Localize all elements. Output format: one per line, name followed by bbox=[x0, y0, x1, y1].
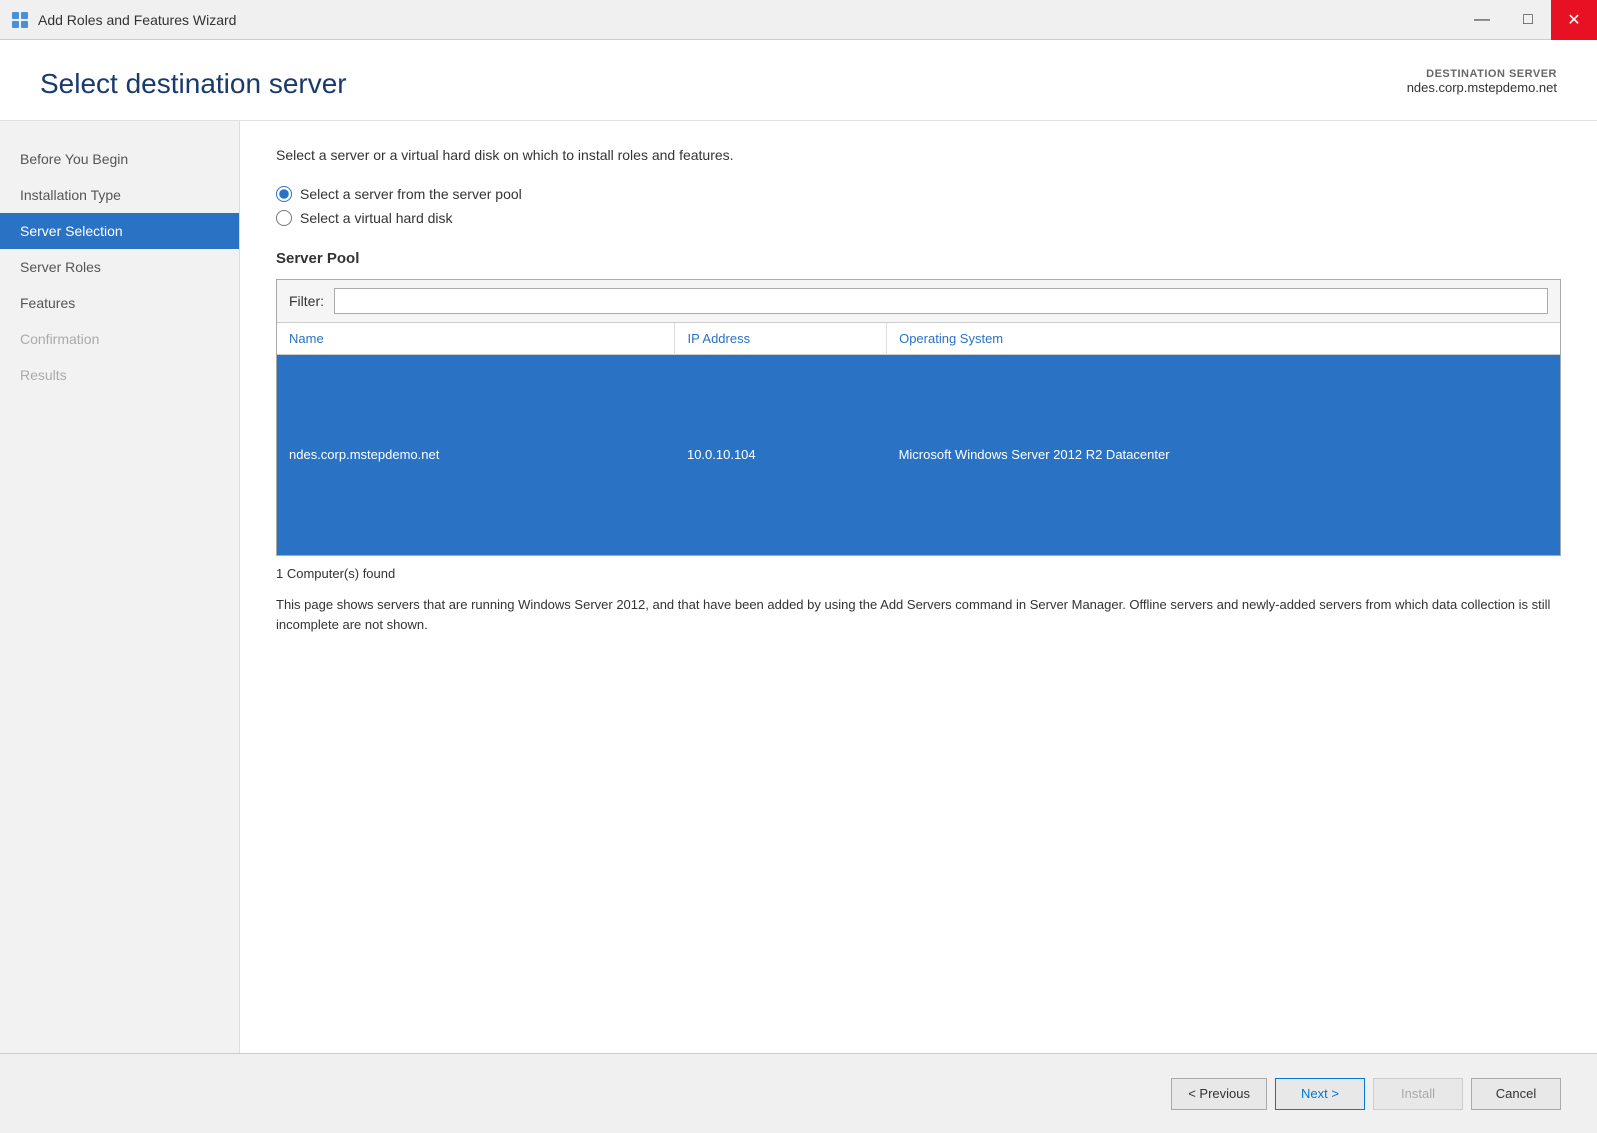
wizard-window: Select destination server DESTINATION SE… bbox=[0, 40, 1597, 1133]
cell-name: ndes.corp.mstepdemo.net bbox=[277, 355, 675, 555]
filter-row: Filter: bbox=[277, 280, 1560, 323]
destination-server-info: DESTINATION SERVER ndes.corp.mstepdemo.n… bbox=[1407, 68, 1557, 95]
window-title: Add Roles and Features Wizard bbox=[38, 12, 236, 28]
wizard-sidebar: Before You BeginInstallation TypeServer … bbox=[0, 121, 240, 1053]
col-os: Operating System bbox=[887, 323, 1560, 355]
radio-vhd-label: Select a virtual hard disk bbox=[300, 210, 453, 226]
sidebar-item-installation-type[interactable]: Installation Type bbox=[0, 177, 239, 213]
server-table-body: ndes.corp.mstepdemo.net 10.0.10.104 Micr… bbox=[277, 355, 1560, 555]
col-ip: IP Address bbox=[675, 323, 887, 355]
install-button[interactable]: Install bbox=[1373, 1078, 1463, 1110]
server-pool-container: Filter: Name IP Address Operating System… bbox=[276, 279, 1561, 556]
wizard-footer: < Previous Next > Install Cancel bbox=[0, 1053, 1597, 1133]
content-description: Select a server or a virtual hard disk o… bbox=[276, 145, 1561, 166]
window-controls: ― □ ✕ bbox=[1459, 0, 1597, 39]
app-icon bbox=[10, 10, 30, 30]
wizard-content: Select a server or a virtual hard disk o… bbox=[240, 121, 1597, 1053]
radio-vhd-input[interactable] bbox=[276, 210, 292, 226]
wizard-body: Before You BeginInstallation TypeServer … bbox=[0, 121, 1597, 1053]
sidebar-item-confirmation: Confirmation bbox=[0, 321, 239, 357]
filter-label: Filter: bbox=[289, 293, 324, 309]
wizard-header: Select destination server DESTINATION SE… bbox=[0, 40, 1597, 121]
radio-group: Select a server from the server pool Sel… bbox=[276, 186, 1561, 226]
page-title: Select destination server bbox=[40, 68, 347, 100]
maximize-button[interactable]: □ bbox=[1505, 0, 1551, 40]
sidebar-item-server-selection[interactable]: Server Selection bbox=[0, 213, 239, 249]
sidebar-item-before-you-begin[interactable]: Before You Begin bbox=[0, 141, 239, 177]
sidebar-item-results: Results bbox=[0, 357, 239, 393]
server-pool-title: Server Pool bbox=[276, 250, 1561, 267]
close-button[interactable]: ✕ bbox=[1551, 0, 1597, 40]
cell-os: Microsoft Windows Server 2012 R2 Datacen… bbox=[887, 355, 1560, 555]
previous-button[interactable]: < Previous bbox=[1171, 1078, 1267, 1110]
computers-found: 1 Computer(s) found bbox=[276, 566, 1561, 581]
table-row[interactable]: ndes.corp.mstepdemo.net 10.0.10.104 Micr… bbox=[277, 355, 1560, 555]
col-name: Name bbox=[277, 323, 675, 355]
radio-server-pool[interactable]: Select a server from the server pool bbox=[276, 186, 1561, 202]
info-text: This page shows servers that are running… bbox=[276, 595, 1561, 637]
table-header: Name IP Address Operating System bbox=[277, 323, 1560, 355]
minimize-button[interactable]: ― bbox=[1459, 0, 1505, 40]
title-bar: Add Roles and Features Wizard ― □ ✕ bbox=[0, 0, 1597, 40]
server-table: Name IP Address Operating System ndes.co… bbox=[277, 323, 1560, 555]
radio-server-pool-input[interactable] bbox=[276, 186, 292, 202]
filter-input[interactable] bbox=[334, 288, 1548, 314]
sidebar-item-features[interactable]: Features bbox=[0, 285, 239, 321]
cell-ip: 10.0.10.104 bbox=[675, 355, 887, 555]
destination-label: DESTINATION SERVER bbox=[1407, 68, 1557, 80]
cancel-button[interactable]: Cancel bbox=[1471, 1078, 1561, 1110]
radio-server-pool-label: Select a server from the server pool bbox=[300, 186, 522, 202]
next-button[interactable]: Next > bbox=[1275, 1078, 1365, 1110]
sidebar-item-server-roles[interactable]: Server Roles bbox=[0, 249, 239, 285]
title-bar-left: Add Roles and Features Wizard bbox=[10, 10, 236, 30]
radio-vhd[interactable]: Select a virtual hard disk bbox=[276, 210, 1561, 226]
destination-name: ndes.corp.mstepdemo.net bbox=[1407, 80, 1557, 95]
